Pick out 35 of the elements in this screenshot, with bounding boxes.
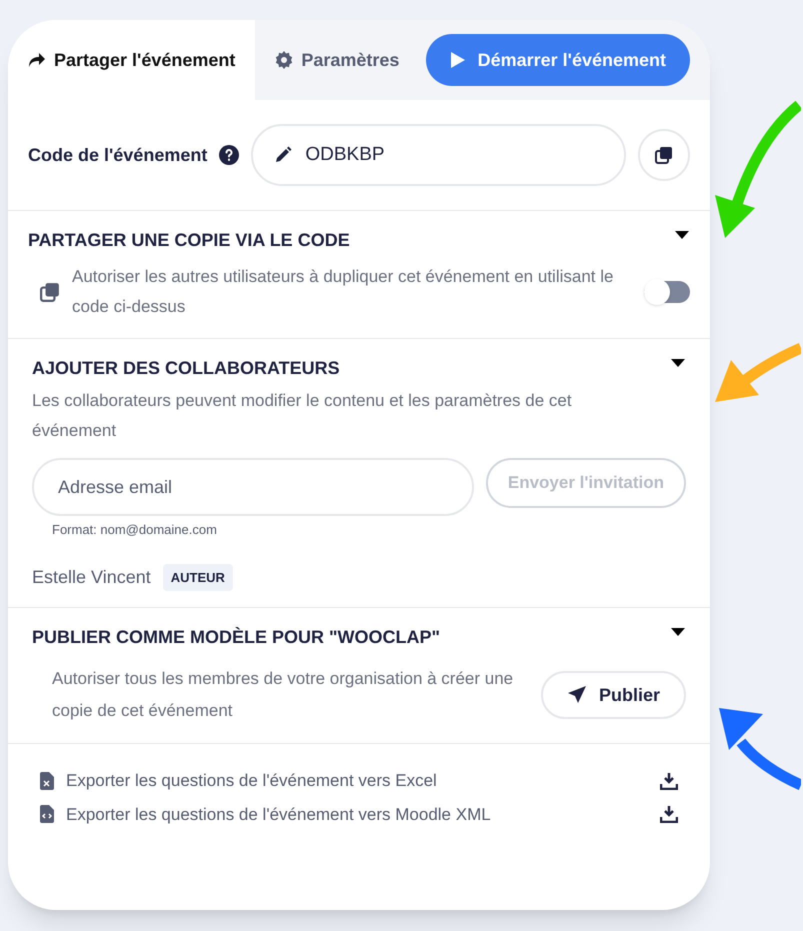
section-title: PARTAGER UNE COPIE VIA LE CODE — [28, 229, 350, 252]
download-icon[interactable] — [660, 772, 678, 790]
hint-text: Format: nom@domaine.com — [52, 521, 218, 539]
section-title: AJOUTER DES COLLABORATEURS — [32, 357, 340, 380]
email-input-field[interactable]: Adresse email — [32, 458, 474, 516]
role-badge: AUTEUR — [162, 564, 233, 591]
gear-icon — [275, 51, 294, 69]
download-icon[interactable] — [660, 805, 678, 824]
start-event-button[interactable]: Démarrer l'événement — [426, 34, 690, 86]
tab[interactable]: Paramètres — [255, 20, 420, 100]
help-icon — [219, 145, 240, 165]
event-code-field[interactable]: ODBKBP — [251, 124, 626, 186]
field-label: Code de l'événement — [28, 144, 208, 166]
share-arrow-icon — [28, 52, 46, 68]
description: Autoriser les autres utilisateurs à dupliquer cet événement en utilisant le code ci-dessus — [72, 266, 614, 318]
copy-icon — [655, 146, 673, 164]
caret-icon — [671, 628, 685, 636]
toggle-switch[interactable] — [644, 281, 690, 303]
caret-icon — [675, 231, 689, 239]
section-title: PUBLIER COMME MODÈLE POUR "WOOCLAP" — [32, 626, 440, 649]
caret-icon — [671, 359, 685, 367]
tab[interactable]: Partager l'événement — [8, 20, 256, 100]
pencil-icon — [273, 145, 294, 165]
member-name: Estelle Vincent — [32, 566, 151, 589]
play-icon — [450, 51, 466, 69]
paper-plane-icon — [566, 685, 587, 705]
export-link[interactable]: Exporter les questions de l'événement vers Excel — [40, 768, 644, 794]
copy-icon — [40, 282, 60, 302]
description: Autoriser tous les membres de votre organisation à créer une copie de cet événement — [52, 668, 514, 722]
export-link[interactable]: Exporter les questions de l'événement vers Moodle XML — [40, 802, 644, 827]
description: Les collaborateurs peuvent modifier le contenu et les paramètres de cet événement — [32, 390, 573, 442]
code-file-icon — [40, 805, 54, 824]
copy-button[interactable] — [638, 129, 690, 181]
excel-file-icon — [40, 772, 54, 790]
publish-button[interactable]: Publier — [540, 671, 686, 719]
